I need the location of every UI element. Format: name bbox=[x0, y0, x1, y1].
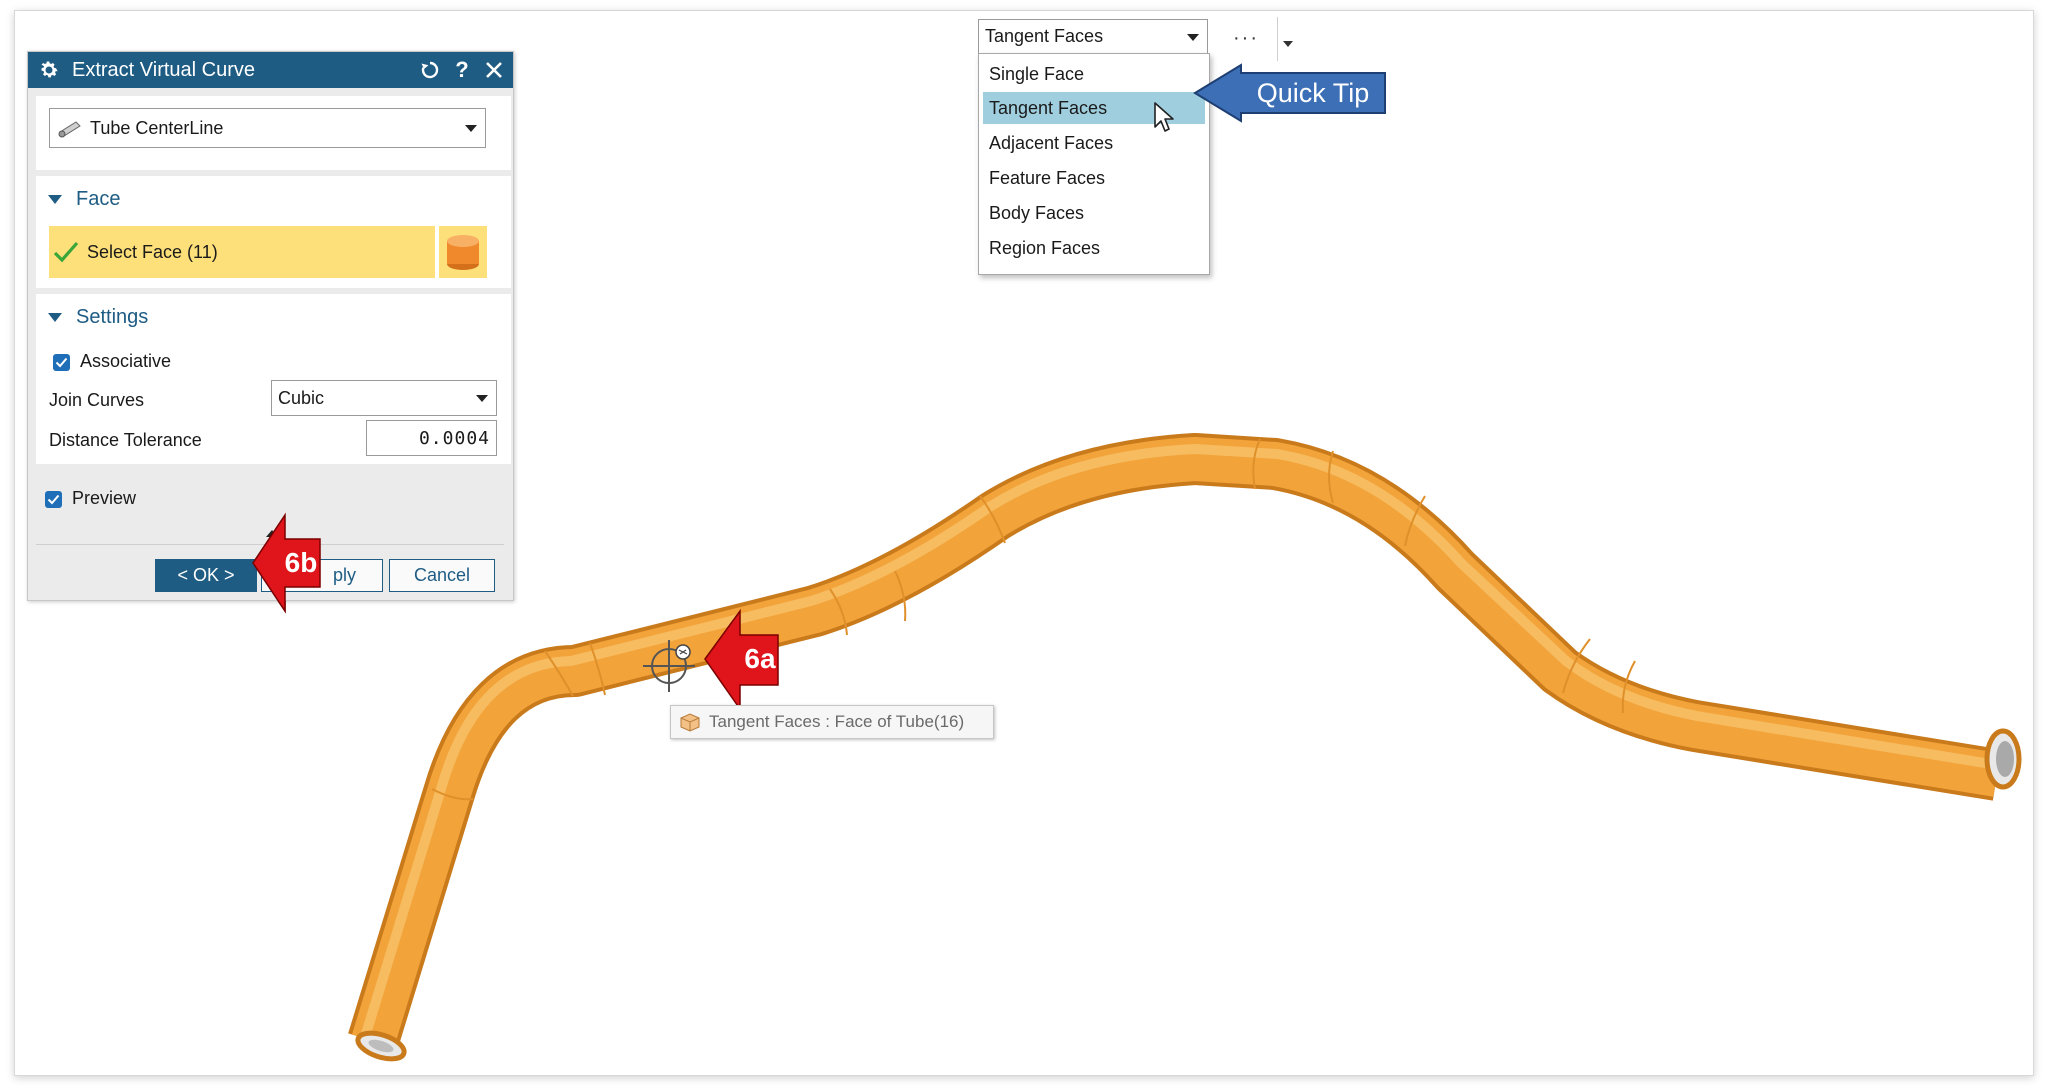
apply-label-visible: ply bbox=[332, 565, 356, 585]
callout-6a-label: 6a bbox=[744, 643, 776, 674]
distance-tolerance-value: 0.0004 bbox=[418, 427, 490, 449]
ok-button[interactable]: < OK > bbox=[155, 559, 257, 592]
dialog-title: Extract Virtual Curve bbox=[72, 58, 256, 81]
associative-checkbox[interactable] bbox=[53, 354, 70, 371]
face-selector-button[interactable] bbox=[439, 226, 487, 278]
close-icon bbox=[486, 62, 502, 78]
join-curves-label: Join Curves bbox=[49, 390, 145, 410]
type-value: Tube CenterLine bbox=[90, 117, 224, 138]
check-icon bbox=[55, 357, 68, 368]
check-icon bbox=[47, 494, 60, 505]
more-options-button[interactable]: ··· bbox=[1233, 27, 1259, 50]
reset-icon bbox=[421, 61, 439, 79]
distance-tolerance-input[interactable]: 0.0004 bbox=[366, 420, 497, 456]
overflow-chevron-icon[interactable] bbox=[1283, 41, 1293, 47]
option-body-faces[interactable]: Body Faces bbox=[983, 197, 1205, 229]
chevron-down-icon bbox=[476, 395, 488, 402]
help-button[interactable]: ? bbox=[449, 57, 475, 83]
settings-section-title: Settings bbox=[76, 306, 149, 328]
selection-filter-dropdown[interactable]: Tangent Faces bbox=[978, 19, 1208, 54]
screenshot-frame: 6a 6b Tangent Faces ··· Single Face Tang… bbox=[14, 10, 2034, 1076]
cancel-button[interactable]: Cancel bbox=[389, 559, 495, 592]
option-single-face[interactable]: Single Face bbox=[983, 58, 1205, 90]
preview-label: Preview bbox=[72, 488, 137, 508]
selection-filter-value: Tangent Faces bbox=[985, 26, 1104, 46]
type-dropdown[interactable]: Tube CenterLine bbox=[49, 108, 486, 148]
cylinder-face-icon bbox=[447, 235, 479, 270]
selection-filter-list: Single Face Tangent Faces Adjacent Faces… bbox=[978, 53, 1210, 275]
face-icon bbox=[680, 713, 700, 732]
face-section: Face Select Face (11) bbox=[36, 176, 511, 288]
face-section-title: Face bbox=[76, 188, 121, 210]
join-curves-value: Cubic bbox=[278, 387, 325, 408]
distance-tolerance-label: Distance Tolerance bbox=[49, 430, 202, 450]
associative-label: Associative bbox=[80, 351, 172, 371]
toolbar-separator bbox=[1277, 17, 1278, 61]
help-icon: ? bbox=[455, 57, 469, 82]
reset-button[interactable] bbox=[417, 57, 443, 83]
chevron-down-icon bbox=[1187, 33, 1199, 41]
settings-section: Settings Associative Join Curves Cubic D… bbox=[36, 294, 511, 464]
checkmark-icon bbox=[53, 241, 79, 263]
mouse-pointer-icon bbox=[1154, 102, 1174, 132]
join-curves-dropdown[interactable]: Cubic bbox=[271, 380, 497, 416]
callout-6b-overlay-label: 6b bbox=[284, 547, 318, 578]
select-face-label: Select Face (11) bbox=[87, 241, 218, 262]
collapse-triangle-icon bbox=[48, 313, 62, 322]
close-button[interactable] bbox=[481, 57, 507, 83]
type-section: Tube CenterLine bbox=[36, 96, 511, 170]
settings-section-header[interactable]: Settings bbox=[48, 306, 148, 329]
button-divider bbox=[36, 544, 504, 545]
chevron-down-icon bbox=[465, 125, 477, 132]
tube-icon bbox=[58, 121, 81, 138]
dialog-title-bar[interactable]: Extract Virtual Curve ? bbox=[28, 52, 513, 88]
preview-checkbox[interactable] bbox=[45, 491, 62, 508]
tooltip-text: Tangent Faces : Face of Tube(16) bbox=[709, 712, 965, 731]
extract-virtual-curve-dialog: Extract Virtual Curve ? Tube CenterLine bbox=[27, 51, 514, 601]
face-section-header[interactable]: Face bbox=[48, 188, 120, 211]
gear-icon bbox=[41, 61, 58, 78]
option-region-faces[interactable]: Region Faces bbox=[983, 232, 1205, 264]
quick-tip-callout: Quick Tip bbox=[1193, 63, 1388, 123]
quick-tip-label: Quick Tip bbox=[1256, 77, 1370, 108]
select-face-row[interactable]: Select Face (11) bbox=[49, 226, 435, 278]
collapse-triangle-icon bbox=[48, 195, 62, 204]
preselection-tooltip: Tangent Faces : Face of Tube(16) bbox=[670, 705, 994, 739]
expand-arrow-icon[interactable] bbox=[266, 530, 278, 537]
option-feature-faces[interactable]: Feature Faces bbox=[983, 162, 1205, 194]
